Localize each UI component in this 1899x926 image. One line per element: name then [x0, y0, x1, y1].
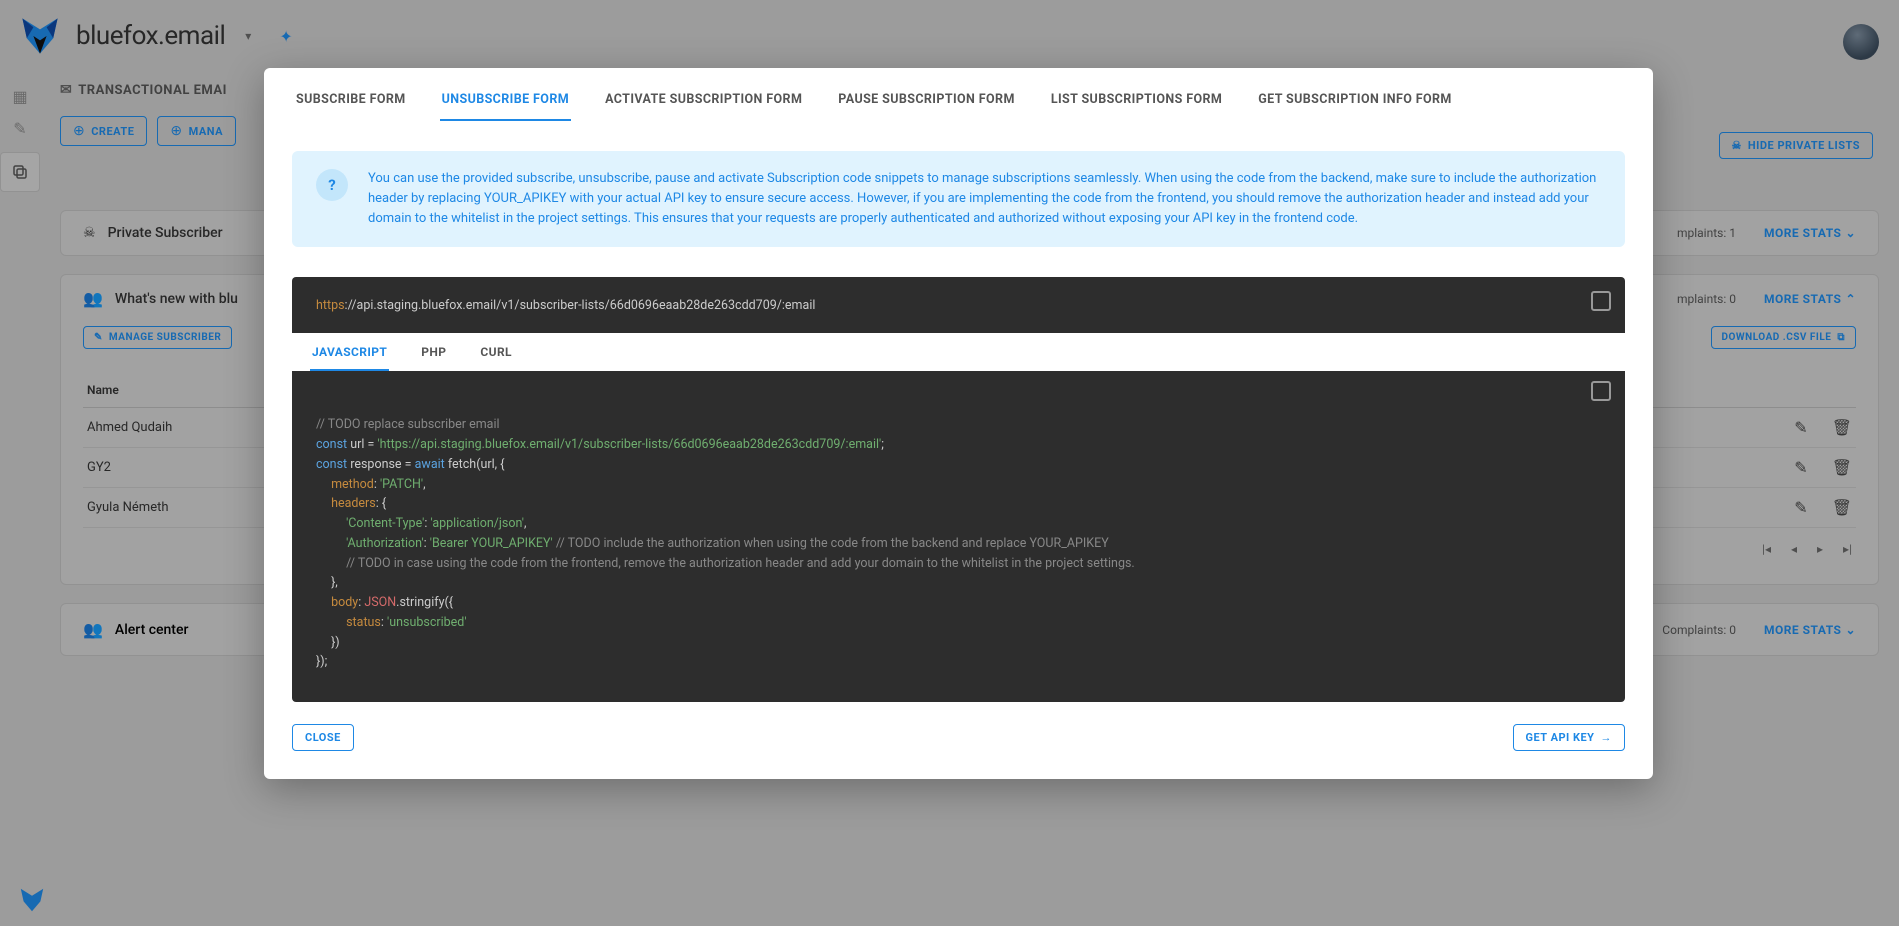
get-api-key-label: GET API KEY: [1526, 731, 1595, 744]
close-button[interactable]: CLOSE: [292, 724, 354, 751]
code-token: method: [331, 477, 374, 492]
code-line: // TODO replace subscriber email: [316, 417, 500, 432]
code-token: }): [331, 635, 340, 650]
code-language-tabs: JAVASCRIPT PHP CURL: [292, 333, 1625, 371]
modal-tabs: SUBSCRIBE FORM UNSUBSCRIBE FORM ACTIVATE…: [264, 68, 1653, 121]
code-token: 'https://api.staging.bluefox.email/v1/su…: [377, 437, 881, 452]
tab-php[interactable]: PHP: [419, 345, 448, 371]
url-snippet: https://api.staging.bluefox.email/v1/sub…: [292, 277, 1625, 333]
code-token: status: [346, 615, 381, 630]
tab-javascript[interactable]: JAVASCRIPT: [310, 345, 389, 371]
tab-unsubscribe-form[interactable]: UNSUBSCRIBE FORM: [440, 92, 571, 121]
code-token: JSON: [364, 595, 396, 610]
tab-list-subscriptions-form[interactable]: LIST SUBSCRIPTIONS FORM: [1049, 92, 1224, 121]
code-token: headers: [331, 496, 376, 511]
info-text: You can use the provided subscribe, unsu…: [368, 169, 1601, 229]
tab-subscribe-form[interactable]: SUBSCRIBE FORM: [294, 92, 408, 121]
help-icon: ?: [316, 169, 348, 201]
code-token: 'Bearer YOUR_APIKEY': [430, 536, 553, 551]
url-scheme: https: [316, 298, 345, 313]
code-token: fetch(url, {: [445, 457, 505, 472]
code-token: const: [316, 457, 347, 472]
arrow-right-icon: →: [1601, 731, 1613, 744]
copy-icon[interactable]: [1591, 381, 1611, 401]
code-token: // TODO in case using the code from the …: [346, 556, 1135, 571]
code-token: response =: [347, 457, 415, 472]
code-token: 'application/json': [430, 516, 523, 531]
code-token: // TODO include the authorization when u…: [556, 536, 1109, 551]
code-modal: SUBSCRIBE FORM UNSUBSCRIBE FORM ACTIVATE…: [264, 68, 1653, 779]
code-token: : {: [376, 496, 386, 511]
code-token: ,: [524, 516, 526, 531]
get-api-key-button[interactable]: GET API KEY →: [1513, 724, 1625, 751]
code-token: url =: [347, 437, 377, 452]
code-token: 'Authorization': [346, 536, 424, 551]
code-token: ;: [881, 437, 884, 452]
tab-get-subscription-info-form[interactable]: GET SUBSCRIPTION INFO FORM: [1256, 92, 1454, 121]
code-token: },: [331, 575, 338, 590]
code-token: const: [316, 437, 347, 452]
code-token: });: [316, 654, 327, 669]
url-path: ://api.staging.bluefox.email/v1/subscrib…: [345, 298, 816, 313]
code-token: ,: [423, 477, 425, 492]
tab-curl[interactable]: CURL: [478, 345, 514, 371]
code-token: 'PATCH': [380, 477, 423, 492]
info-banner: ? You can use the provided subscribe, un…: [292, 151, 1625, 247]
code-token: await: [415, 457, 445, 472]
tab-activate-subscription-form[interactable]: ACTIVATE SUBSCRIPTION FORM: [603, 92, 804, 121]
copy-icon[interactable]: [1591, 291, 1611, 311]
code-snippet: // TODO replace subscriber email const u…: [292, 371, 1625, 702]
tab-pause-subscription-form[interactable]: PAUSE SUBSCRIPTION FORM: [836, 92, 1017, 121]
modal-footer: CLOSE GET API KEY →: [264, 702, 1653, 755]
code-token: body: [331, 595, 358, 610]
code-token: .stringify({: [396, 595, 453, 610]
code-token: 'unsubscribed': [387, 615, 467, 630]
code-token: 'Content-Type': [346, 516, 424, 531]
